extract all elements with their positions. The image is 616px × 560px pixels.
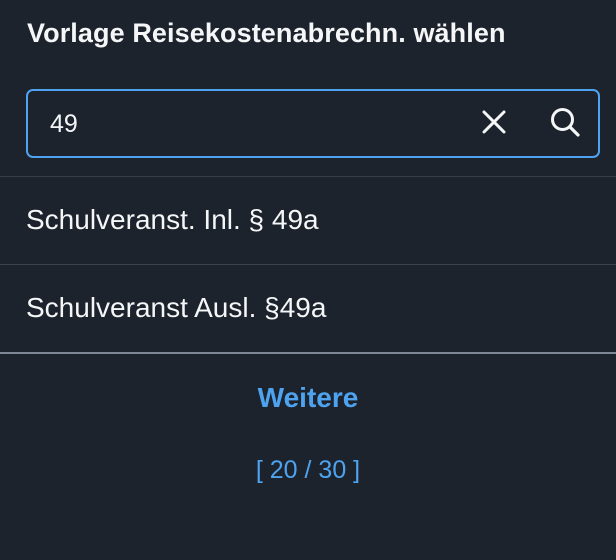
more-button[interactable]: Weitere [ 20 / 30 ] xyxy=(0,354,616,504)
clear-button[interactable] xyxy=(473,103,515,145)
close-icon xyxy=(481,109,507,140)
select-dialog: Vorlage Reisekostenabrechn. wählen Schul… xyxy=(0,0,616,560)
search-icon xyxy=(549,106,581,143)
search-input[interactable] xyxy=(50,106,350,142)
more-count: [ 20 / 30 ] xyxy=(255,456,361,484)
list-item[interactable]: Schulveranst. Inl. § 49a xyxy=(0,177,616,264)
list-item-label: Schulveranst. Inl. § 49a xyxy=(26,204,319,235)
dialog-title: Vorlage Reisekostenabrechn. wählen xyxy=(27,18,506,48)
list-item-label: Schulveranst Ausl. §49a xyxy=(26,292,327,323)
search-button[interactable] xyxy=(544,103,586,145)
search-field[interactable] xyxy=(26,89,600,158)
more-label: Weitere xyxy=(257,382,359,413)
list-item[interactable]: Schulveranst Ausl. §49a xyxy=(0,265,616,352)
